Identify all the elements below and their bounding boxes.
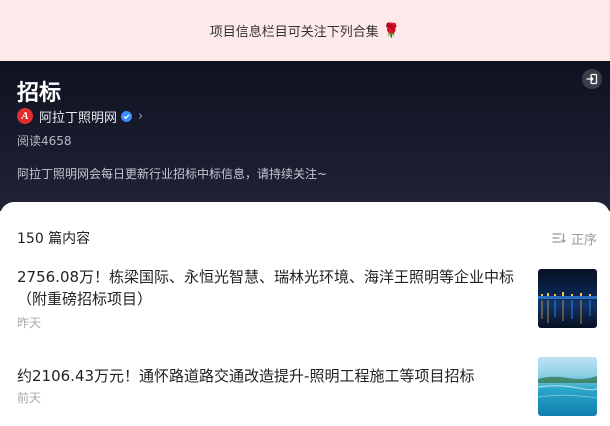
article-title: 约2106.43万元！通怀路道路交通改造提升-照明工程施工等项目招标	[17, 367, 475, 385]
collection-description: 阿拉丁照明网会每日更新行业招标中标信息，请持续关注~	[17, 167, 328, 181]
author-avatar: A	[17, 108, 33, 124]
banner-text: 项目信息栏目可关注下列合集	[209, 25, 379, 40]
article-time: 前天	[17, 391, 42, 405]
verified-badge-icon	[121, 110, 133, 122]
article-time: 昨天	[17, 316, 42, 330]
article-list-panel: 150 篇内容 正序 2756.08万！栋梁国际、永恒光智慧、瑞林光环境、海洋王…	[0, 202, 610, 426]
chevron-right-icon: ›	[138, 108, 144, 124]
sort-label: 正序	[570, 232, 597, 248]
collection-banner[interactable]: 项目信息栏目可关注下列合集 🌹	[0, 0, 610, 61]
article-count: 150 篇内容	[17, 231, 91, 247]
sort-icon	[552, 233, 566, 243]
list-header: 150 篇内容 正序	[17, 228, 597, 248]
exit-button[interactable]	[582, 69, 602, 89]
read-count: 阅读4658	[17, 134, 72, 148]
article-thumbnail	[538, 357, 597, 416]
author-link[interactable]: A 阿拉丁照明网 ›	[17, 106, 143, 126]
article-title: 2756.08万！栋梁国际、永恒光智慧、瑞林光环境、海洋王照明等企业中标（附重磅…	[17, 268, 515, 308]
collection-title: 招标	[17, 81, 62, 106]
rose-icon: 🌹	[382, 22, 401, 39]
collection-header: 招标 A 阿拉丁照明网 › 阅读4658 阿拉丁照明网会每日更新行业招标中标信息…	[0, 61, 610, 211]
exit-icon	[586, 73, 598, 85]
sort-button[interactable]: 正序	[552, 229, 597, 248]
list-item[interactable]: 2756.08万！栋梁国际、永恒光智慧、瑞林光环境、海洋王照明等企业中标（附重磅…	[17, 266, 597, 336]
article-thumbnail	[538, 269, 597, 328]
author-name: 阿拉丁照明网	[39, 110, 118, 126]
list-item[interactable]: 约2106.43万元！通怀路道路交通改造提升-照明工程施工等项目招标 前天	[17, 357, 597, 421]
